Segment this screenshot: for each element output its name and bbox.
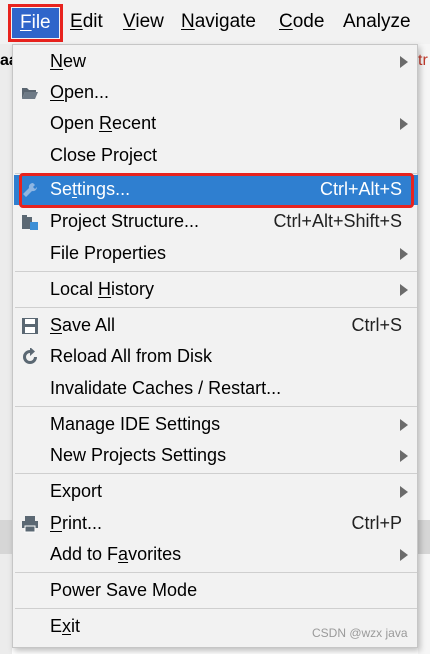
menu-item-close-project[interactable]: Close Project — [14, 141, 418, 171]
menu-item-label: Invalidate Caches / Restart... — [50, 378, 282, 398]
menu-item-label: New Projects Settings — [50, 445, 227, 465]
editor-band-right — [418, 520, 430, 554]
submenu-arrow-icon — [400, 450, 408, 462]
menu-item-label: Reload All from Disk — [50, 346, 213, 366]
menu-item-shortcut: Ctrl+P — [351, 513, 402, 533]
menu-item-settings[interactable]: Settings... Ctrl+Alt+S — [14, 173, 418, 208]
submenu-arrow-icon — [400, 419, 408, 431]
editor-background-right — [418, 44, 430, 654]
menu-code[interactable]: Code — [279, 6, 324, 38]
project-structure-icon — [21, 213, 39, 231]
menu-item-print[interactable]: Print... Ctrl+P — [14, 509, 418, 539]
menu-item-label: Print... — [50, 513, 103, 533]
menu-item-label: Export — [50, 481, 103, 501]
editor-background-left — [0, 44, 12, 654]
menu-item-new-projects-settings[interactable]: New Projects Settings — [14, 441, 418, 471]
menu-view[interactable]: View — [123, 6, 164, 38]
submenu-arrow-icon — [400, 56, 408, 68]
separator — [15, 406, 417, 407]
menu-item-reload-all[interactable]: Reload All from Disk — [14, 342, 418, 372]
menu-item-label: Close Project — [50, 145, 158, 165]
reload-icon — [21, 347, 39, 366]
menu-item-label: File Properties — [50, 243, 167, 263]
submenu-arrow-icon — [400, 284, 408, 296]
separator — [15, 473, 417, 474]
separator — [15, 307, 417, 308]
menu-item-label: Power Save Mode — [50, 580, 198, 600]
menu-edit[interactable]: Edit — [70, 6, 103, 38]
watermark: CSDN @wzx java — [312, 626, 408, 640]
menu-item-export[interactable]: Export — [14, 477, 418, 507]
submenu-arrow-icon — [400, 118, 408, 130]
menu-analyze[interactable]: Analyze — [343, 6, 411, 38]
menu-item-power-save-mode[interactable]: Power Save Mode — [14, 576, 418, 606]
menu-item-new[interactable]: New — [14, 47, 418, 77]
separator — [15, 572, 417, 573]
submenu-arrow-icon — [400, 248, 408, 260]
menu-item-label: Manage IDE Settings — [50, 414, 221, 434]
editor-band — [0, 520, 12, 554]
menu-file[interactable]: File — [8, 4, 63, 42]
menu-item-shortcut: Ctrl+S — [351, 315, 402, 335]
editor-tab-fragment-right: tr — [418, 52, 428, 69]
save-icon — [21, 317, 39, 335]
menu-navigate[interactable]: Navigate — [181, 6, 256, 38]
menu-item-label: Project Structure... — [50, 211, 200, 231]
menu-item-save-all[interactable]: Save All Ctrl+S — [14, 311, 418, 341]
menu-item-label: Settings... — [50, 179, 131, 199]
menu-item-shortcut: Ctrl+Alt+Shift+S — [273, 211, 402, 231]
menu-item-open[interactable]: Open... — [14, 78, 418, 108]
menu-item-label: Open... — [50, 82, 110, 102]
menu-item-label: Save All — [50, 315, 116, 335]
menu-item-add-to-favorites[interactable]: Add to Favorites — [14, 540, 418, 570]
menu-item-file-properties[interactable]: File Properties — [14, 239, 418, 269]
menu-item-manage-ide-settings[interactable]: Manage IDE Settings — [14, 410, 418, 440]
menu-item-local-history[interactable]: Local History — [14, 275, 418, 305]
menu-item-shortcut: Ctrl+Alt+S — [319, 179, 402, 199]
printer-icon — [21, 515, 39, 533]
menu-item-label: Exit — [50, 616, 81, 636]
menubar: File Edit View Navigate Code Analyze — [0, 0, 430, 45]
menu-item-invalidate-caches[interactable]: Invalidate Caches / Restart... — [14, 374, 418, 404]
separator — [15, 271, 417, 272]
file-menu-dropdown: New Open... Open Recent Close Project Se… — [12, 44, 418, 648]
folder-open-icon — [21, 84, 39, 102]
separator — [15, 608, 417, 609]
menu-item-label: New — [50, 51, 87, 71]
submenu-arrow-icon — [400, 486, 408, 498]
wrench-icon — [21, 181, 39, 199]
menu-item-label: Local History — [50, 279, 155, 299]
menu-item-open-recent[interactable]: Open Recent — [14, 109, 418, 139]
submenu-arrow-icon — [400, 549, 408, 561]
menu-item-project-structure[interactable]: Project Structure... Ctrl+Alt+Shift+S — [14, 207, 418, 237]
menu-item-label: Add to Favorites — [50, 544, 182, 564]
menu-item-label: Open Recent — [50, 113, 157, 133]
